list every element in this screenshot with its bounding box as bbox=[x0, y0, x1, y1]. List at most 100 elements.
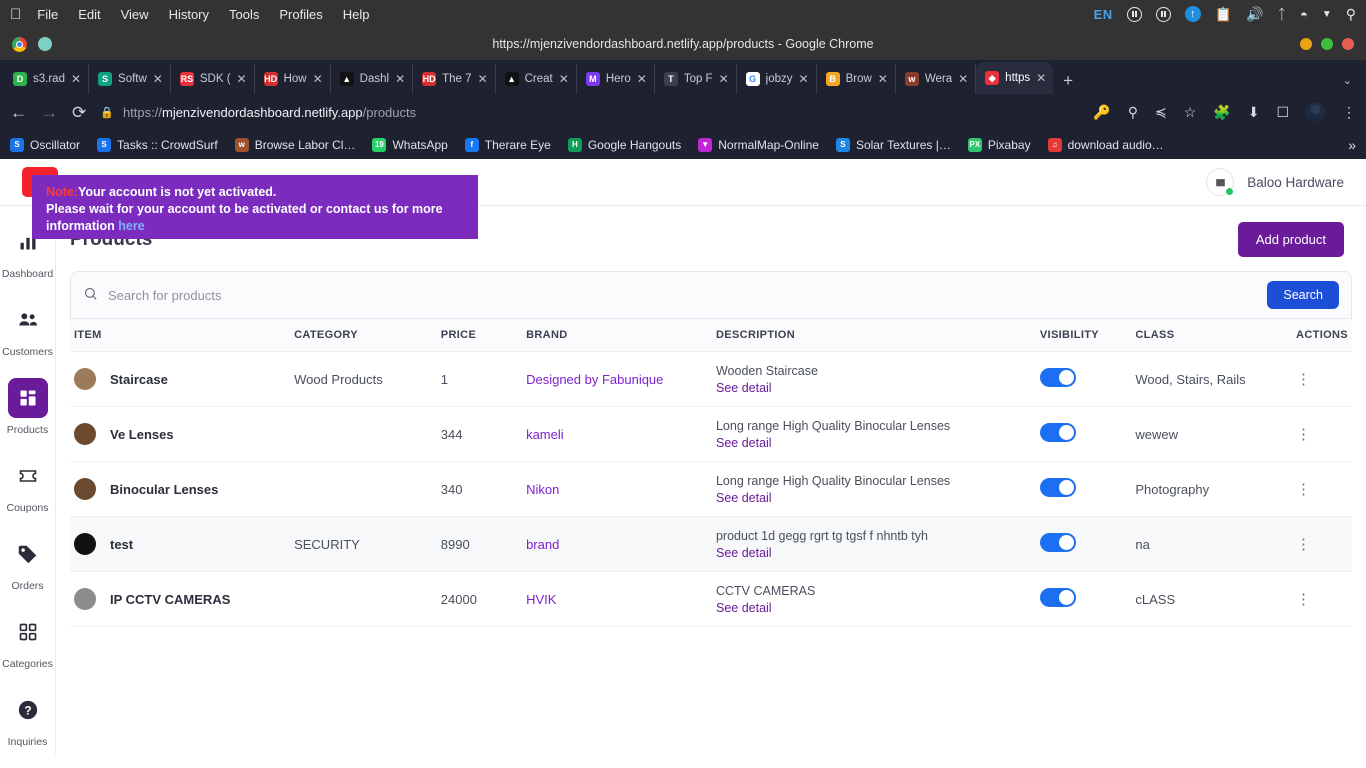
table-row[interactable]: Ve Lenses344kameliLong range High Qualit… bbox=[70, 407, 1352, 462]
visibility-toggle[interactable] bbox=[1040, 368, 1076, 387]
tab-close-icon[interactable]: ✕ bbox=[878, 73, 888, 85]
visibility-toggle[interactable] bbox=[1040, 478, 1076, 497]
apple-logo-icon[interactable]:  bbox=[10, 7, 21, 22]
browser-tab[interactable]: MHero✕ bbox=[577, 64, 655, 94]
cell-brand[interactable]: brand bbox=[522, 517, 712, 572]
extensions-icon[interactable]: 🧩 bbox=[1213, 104, 1230, 121]
cell-brand[interactable]: Designed by Fabunique bbox=[522, 352, 712, 407]
browser-tab[interactable]: Ds3.rad✕ bbox=[4, 64, 89, 94]
chrome-menu-icon[interactable]: ⋮ bbox=[1342, 104, 1356, 121]
bookmark-item[interactable]: SSolar Textures |… bbox=[836, 138, 951, 152]
clipboard-icon[interactable]: 📋 bbox=[1215, 6, 1232, 23]
tab-close-icon[interactable]: ✕ bbox=[237, 73, 247, 85]
cell-brand[interactable]: Nikon bbox=[522, 462, 712, 517]
row-actions-menu-icon[interactable]: ⋮ bbox=[1296, 371, 1311, 388]
tab-close-icon[interactable]: ✕ bbox=[1036, 72, 1046, 84]
table-row[interactable]: IP CCTV CAMERAS24000HVIKCCTV CAMERASSee … bbox=[70, 572, 1352, 627]
column-header-item[interactable]: ITEM bbox=[70, 319, 290, 352]
see-detail-link[interactable]: See detail bbox=[716, 601, 1032, 615]
tab-close-icon[interactable]: ✕ bbox=[71, 73, 81, 85]
bookmark-item[interactable]: HGoogle Hangouts bbox=[568, 138, 681, 152]
os-menu-edit[interactable]: Edit bbox=[78, 7, 100, 22]
forward-button[interactable]: → bbox=[41, 104, 58, 121]
column-header-visibility[interactable]: VISIBILITY bbox=[1036, 319, 1132, 352]
browser-tab[interactable]: Gjobzy✕ bbox=[737, 64, 817, 94]
reload-button[interactable]: ⟳ bbox=[72, 104, 86, 121]
tab-close-icon[interactable]: ✕ bbox=[478, 73, 488, 85]
bookmark-item[interactable]: ▼NormalMap-Online bbox=[698, 138, 819, 152]
os-menu-tools[interactable]: Tools bbox=[229, 7, 259, 22]
column-header-brand[interactable]: BRAND bbox=[522, 319, 712, 352]
visibility-toggle[interactable] bbox=[1040, 533, 1076, 552]
column-header-category[interactable]: CATEGORY bbox=[290, 319, 437, 352]
header-user[interactable]: Baloo Hardware bbox=[1206, 168, 1344, 196]
column-header-actions[interactable]: ACTIONS bbox=[1292, 319, 1352, 352]
bookmark-item[interactable]: 19WhatsApp bbox=[372, 138, 447, 152]
os-menu-history[interactable]: History bbox=[169, 7, 209, 22]
downloads-icon[interactable]: ⬇ bbox=[1248, 104, 1260, 121]
visibility-toggle[interactable] bbox=[1040, 423, 1076, 442]
banner-here-link[interactable]: here bbox=[118, 219, 144, 233]
browser-tab[interactable]: SSoftw✕ bbox=[89, 64, 171, 94]
chevron-down-icon[interactable]: ▼ bbox=[1322, 9, 1332, 20]
column-header-price[interactable]: PRICE bbox=[437, 319, 522, 352]
see-detail-link[interactable]: See detail bbox=[716, 381, 1032, 395]
os-menu-file[interactable]: File bbox=[37, 7, 58, 22]
side-panel-icon[interactable]: ☐ bbox=[1276, 104, 1289, 121]
bookmark-item[interactable]: fTherare Eye bbox=[465, 138, 551, 152]
os-menu-profiles[interactable]: Profiles bbox=[279, 7, 322, 22]
tab-close-icon[interactable]: ✕ bbox=[958, 73, 968, 85]
wifi-icon[interactable]: ◓ bbox=[1300, 7, 1308, 22]
software-update-icon[interactable]: ↑ bbox=[1185, 6, 1201, 22]
table-row[interactable]: StaircaseWood Products1Designed by Fabun… bbox=[70, 352, 1352, 407]
bookmark-item[interactable]: PXPixabay bbox=[968, 138, 1031, 152]
bookmark-item[interactable]: STasks :: CrowdSurf bbox=[97, 138, 218, 152]
tab-close-icon[interactable]: ✕ bbox=[559, 73, 569, 85]
bookmarks-overflow-button[interactable]: » bbox=[1348, 137, 1356, 153]
browser-tab[interactable]: BBrow✕ bbox=[817, 64, 896, 94]
see-detail-link[interactable]: See detail bbox=[716, 436, 1032, 450]
cell-brand[interactable]: kameli bbox=[522, 407, 712, 462]
bookmark-item[interactable]: wBrowse Labor Cl… bbox=[235, 138, 356, 152]
browser-tab[interactable]: wWera✕ bbox=[896, 64, 976, 94]
column-header-class[interactable]: CLASS bbox=[1131, 319, 1292, 352]
zoom-out-icon[interactable]: ⚲ bbox=[1128, 104, 1138, 121]
column-header-description[interactable]: DESCRIPTION bbox=[712, 319, 1036, 352]
tab-search-button[interactable]: ⌄ bbox=[1343, 74, 1366, 94]
pause-media-2-icon[interactable] bbox=[1156, 7, 1171, 22]
os-menu-view[interactable]: View bbox=[121, 7, 149, 22]
table-row[interactable]: Binocular Lenses340NikonLong range High … bbox=[70, 462, 1352, 517]
os-menu-help[interactable]: Help bbox=[343, 7, 370, 22]
input-language-indicator[interactable]: EN bbox=[1094, 7, 1113, 22]
pause-media-icon[interactable] bbox=[1127, 7, 1142, 22]
browser-tab[interactable]: RSSDK (✕ bbox=[171, 64, 255, 94]
back-button[interactable]: ← bbox=[10, 104, 27, 121]
tab-close-icon[interactable]: ✕ bbox=[313, 73, 323, 85]
new-tab-button[interactable]: + bbox=[1053, 71, 1083, 94]
tab-close-icon[interactable]: ✕ bbox=[395, 73, 405, 85]
tab-close-icon[interactable]: ✕ bbox=[637, 73, 647, 85]
bookmark-item[interactable]: ♫download audio… bbox=[1048, 138, 1164, 152]
browser-tab[interactable]: ◆https✕ bbox=[976, 62, 1053, 94]
table-row[interactable]: testSECURITY8990brandproduct 1d gegg rgr… bbox=[70, 517, 1352, 572]
window-minimize-button[interactable] bbox=[1300, 38, 1312, 50]
profile-avatar[interactable] bbox=[1306, 103, 1325, 122]
see-detail-link[interactable]: See detail bbox=[716, 491, 1032, 505]
see-detail-link[interactable]: See detail bbox=[716, 546, 1032, 560]
key-icon[interactable]: 🔑 bbox=[1093, 104, 1110, 121]
row-actions-menu-icon[interactable]: ⋮ bbox=[1296, 536, 1311, 553]
sidebar-item-coupons[interactable]: Coupons bbox=[0, 446, 55, 524]
share-icon[interactable]: ≼ bbox=[1155, 104, 1167, 121]
cell-brand[interactable]: HVIK bbox=[522, 572, 712, 627]
row-actions-menu-icon[interactable]: ⋮ bbox=[1296, 591, 1311, 608]
volume-icon[interactable]: 🔊 bbox=[1246, 6, 1263, 23]
sidebar-item-products[interactable]: Products bbox=[0, 368, 55, 446]
browser-tab[interactable]: HDHow✕ bbox=[255, 64, 331, 94]
omnibox[interactable]: 🔒 https://mjenzivendordashboard.netlify.… bbox=[100, 105, 1079, 120]
window-close-button[interactable] bbox=[1342, 38, 1354, 50]
browser-tab[interactable]: ▲Dashl✕ bbox=[331, 64, 413, 94]
sidebar-item-categories[interactable]: Categories bbox=[0, 602, 55, 680]
sidebar-item-orders[interactable]: Orders bbox=[0, 524, 55, 602]
browser-tab[interactable]: TTop F✕ bbox=[655, 64, 737, 94]
search-button[interactable]: Search bbox=[1267, 281, 1339, 309]
